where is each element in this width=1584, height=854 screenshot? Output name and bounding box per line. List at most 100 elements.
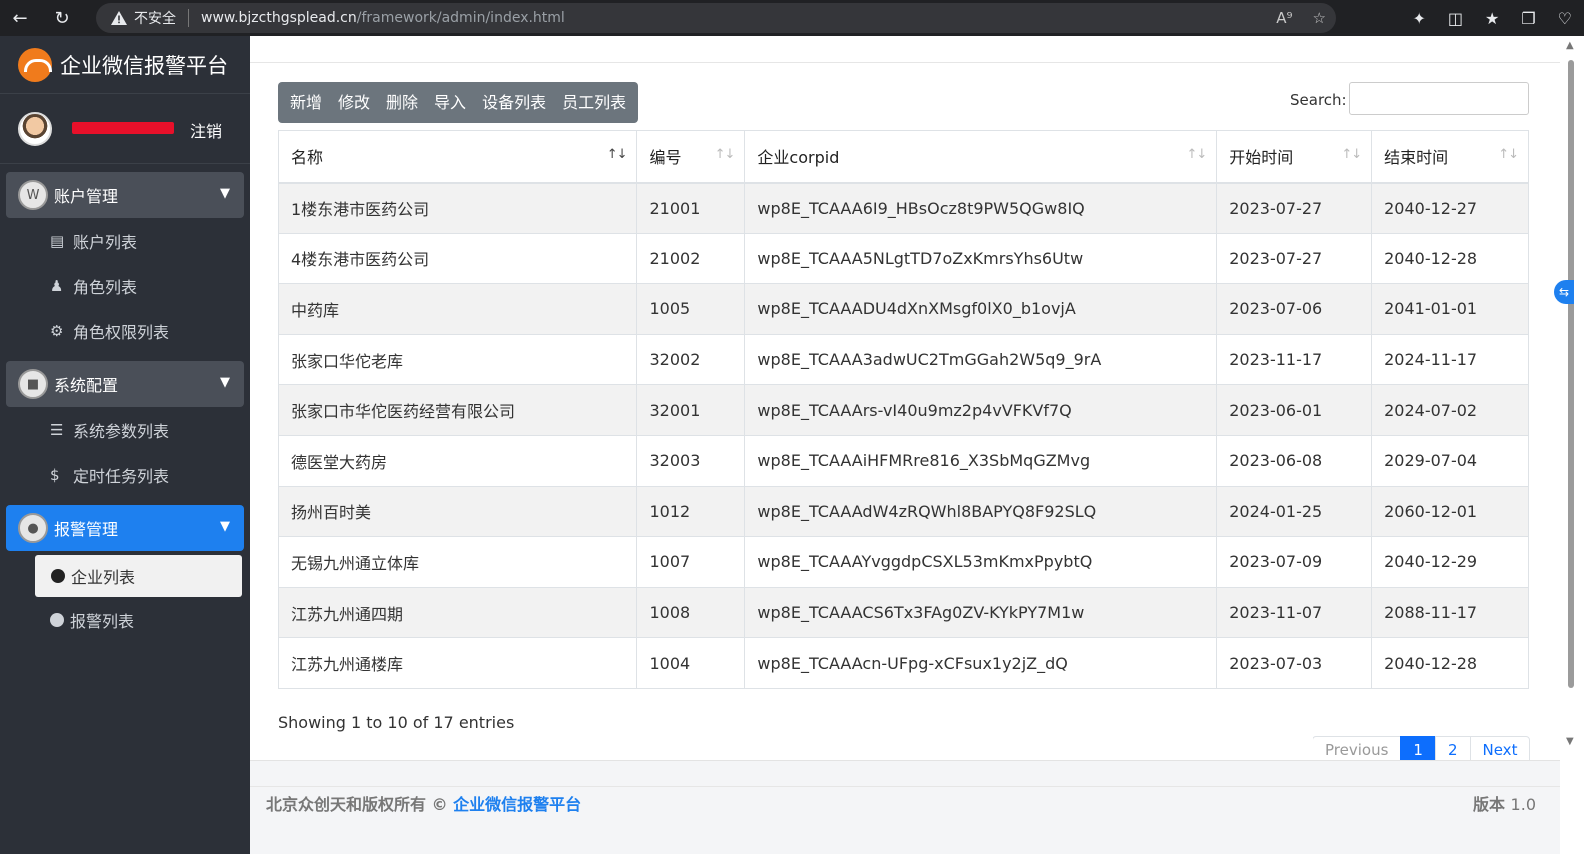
cell-name: 张家口市华佗医药经营有限公司 <box>277 384 638 436</box>
browser-toolbar: ← ↻ 不安全 www.bjzcthgsplead.cn/framework/a… <box>0 0 1584 36</box>
reload-icon[interactable]: ↻ <box>46 2 78 34</box>
page-scrollbar[interactable]: ▲ ▼ <box>1560 36 1584 760</box>
cell-name: 江苏九州通楼库 <box>277 637 638 689</box>
cell-start-time: 2023-06-01 <box>1216 384 1373 436</box>
table-row[interactable]: 张家口市华佗医药经营有限公司 32001 wp8E_TCAAArs-vI40u9mz… <box>277 384 1529 436</box>
edit-button[interactable]: 修改 <box>330 82 378 123</box>
search-label: Search: <box>1290 91 1347 109</box>
table-header-row: 名称 ↑↓ 编号 ↑↓ 企业corpid ↑↓ 开始时间 ↑↓ 结束时间 ↑↓ <box>277 130 1529 184</box>
logout-link[interactable]: 注销 <box>190 118 222 142</box>
split-screen-icon[interactable]: ◫ <box>1448 9 1463 28</box>
cell-end-time: 2040-12-28 <box>1371 637 1529 689</box>
search-input[interactable] <box>1349 82 1529 115</box>
version-label: 版本 <box>1472 795 1505 814</box>
sliders-icon: ☰ <box>50 420 64 439</box>
circle-icon <box>51 569 65 583</box>
translate-float-icon[interactable]: ⇆ <box>1554 280 1574 304</box>
security-warning[interactable]: 不安全 <box>134 8 176 28</box>
cell-start-time: 2023-11-17 <box>1216 333 1373 386</box>
sidebar-item-system-params[interactable]: ☰ 系统参数列表 <box>0 407 250 452</box>
sidebar-item-company-list[interactable]: 企业列表 <box>35 555 242 597</box>
cell-corpid: wp8E_TCAAArs-vI40u9mz2p4vVFKVf7Q <box>744 384 1218 436</box>
cell-code: 32001 <box>636 384 746 436</box>
scrollbar-thumb[interactable] <box>1568 60 1574 688</box>
column-header-code[interactable]: 编号 ↑↓ <box>636 130 746 184</box>
import-button[interactable]: 导入 <box>426 82 474 123</box>
cell-name: 无锡九州通立体库 <box>277 536 638 588</box>
add-button[interactable]: 新增 <box>282 82 330 123</box>
users-cog-icon: ⚙ <box>50 321 64 340</box>
copilot-icon[interactable]: ♡ <box>1558 9 1572 28</box>
menu-group-account[interactable]: W 账户管理 ▼ <box>6 172 244 218</box>
sidebar-item-label: 系统参数列表 <box>73 421 170 441</box>
sidebar-item-account-list[interactable]: ▤ 账户列表 <box>0 218 250 263</box>
column-header-start-time[interactable]: 开始时间 ↑↓ <box>1216 130 1373 184</box>
back-icon[interactable]: ← <box>4 2 36 34</box>
page-1-button[interactable]: 1 <box>1400 736 1436 762</box>
column-header-corpid[interactable]: 企业corpid ↑↓ <box>744 130 1218 184</box>
employee-list-button[interactable]: 员工列表 <box>554 82 634 123</box>
table-row[interactable]: 江苏九州通楼库 1004 wp8E_TCAAAcn-UFpg-xCFsux1y2jZ… <box>277 637 1529 689</box>
delete-button[interactable]: 删除 <box>378 82 426 123</box>
chevron-down-icon: ▼ <box>220 375 230 390</box>
column-header-label: 企业corpid <box>757 148 840 168</box>
table-info: Showing 1 to 10 of 17 entries <box>278 713 515 732</box>
scroll-up-icon[interactable]: ▲ <box>1566 40 1574 51</box>
scroll-down-icon[interactable]: ▼ <box>1566 736 1574 747</box>
cell-code: 21001 <box>636 182 746 234</box>
cell-end-time: 2040-12-28 <box>1371 232 1529 285</box>
sidebar-item-label: 角色权限列表 <box>73 322 170 342</box>
table-row[interactable]: 江苏九州通四期 1008 wp8E_TCAAACS6Tx3FAg0ZV-KYkPY7… <box>277 586 1529 639</box>
table-row[interactable]: 德医堂大药房 32003 wp8E_TCAAAiHFMRre816_X3SbMqGZ… <box>277 434 1529 487</box>
cell-code: 21002 <box>636 232 746 285</box>
table-row[interactable]: 张家口华佗老库 32002 wp8E_TCAAA3adwUC2TmGGah2W5q9… <box>277 333 1529 386</box>
collections-icon[interactable]: ❐ <box>1521 9 1535 28</box>
url-host[interactable]: www.bjzcthgsplead.cn <box>201 10 357 26</box>
favorite-star-icon[interactable]: ☆ <box>1313 9 1326 27</box>
next-page-button[interactable]: Next <box>1469 736 1531 762</box>
table-row[interactable]: 扬州百时美 1012 wp8E_TCAAAdW4zRQWhl8BAPYQ8F92SL… <box>277 485 1529 538</box>
favorites-icon[interactable]: ★ <box>1485 9 1499 28</box>
cell-end-time: 2060-12-01 <box>1371 485 1529 538</box>
cell-start-time: 2023-11-07 <box>1216 586 1373 639</box>
avatar <box>18 111 52 146</box>
sort-icon: ↑↓ <box>1186 147 1207 162</box>
device-list-button[interactable]: 设备列表 <box>474 82 554 123</box>
table-row[interactable]: 1楼东港市医药公司 21001 wp8E_TCAAA6I9_HBsOcz8t9PW5… <box>277 182 1529 234</box>
url-path[interactable]: /framework/admin/index.html <box>357 10 565 26</box>
column-header-name[interactable]: 名称 ↑↓ <box>277 130 638 184</box>
menu-group-system[interactable]: ■ 系统配置 ▼ <box>6 361 244 407</box>
footer-copyright: 北京众创天和版权所有 © 企业微信报警平台 <box>266 791 581 815</box>
cell-start-time: 2023-07-27 <box>1216 232 1373 285</box>
previous-page-button[interactable]: Previous <box>1313 736 1402 762</box>
table-row[interactable]: 4楼东港市医药公司 21002 wp8E_TCAAA5NLgtTD7oZxKmrsY… <box>277 232 1529 285</box>
column-header-end-time[interactable]: 结束时间 ↑↓ <box>1371 130 1529 184</box>
footer-platform-link[interactable]: 企业微信报警平台 <box>453 795 581 814</box>
user-panel: 13838438383 注销 <box>0 94 250 164</box>
table-row[interactable]: 无锡九州通立体库 1007 wp8E_TCAAAYvggdpCSXL53mKmxPp… <box>277 536 1529 588</box>
cell-corpid: wp8E_TCAAAYvggdpCSXL53mKmxPpybtQ <box>744 536 1218 588</box>
cell-code: 1012 <box>636 485 746 538</box>
user-tie-icon: ♟ <box>50 276 64 295</box>
dollar-icon: $ <box>50 465 60 484</box>
cell-corpid: wp8E_TCAAA5NLgtTD7oZxKmrsYhs6Utw <box>744 232 1218 285</box>
cell-name: 扬州百时美 <box>277 485 638 538</box>
sidebar-item-role-permission-list[interactable]: ⚙ 角色权限列表 <box>0 308 250 353</box>
page-2-button[interactable]: 2 <box>1434 736 1471 762</box>
read-aloud-icon[interactable]: A⁹ <box>1276 9 1292 27</box>
menu-group-alarm[interactable]: ● 报警管理 ▼ <box>6 505 244 551</box>
cell-code: 32002 <box>636 333 746 386</box>
sidebar-item-alarm-list[interactable]: 报警列表 <box>0 597 250 642</box>
main-content: 新增 修改 删除 导入 设备列表 员工列表 Search: 名称 ↑↓ 编号 ↑↓ … <box>250 36 1584 854</box>
sidebar-item-scheduled-tasks[interactable]: $ 定时任务列表 <box>0 452 250 497</box>
brand[interactable]: 企业微信报警平台 <box>0 36 250 94</box>
cell-name: 江苏九州通四期 <box>277 586 638 639</box>
cell-start-time: 2023-07-06 <box>1216 283 1373 335</box>
address-bar[interactable]: 不安全 www.bjzcthgsplead.cn/framework/admin… <box>96 3 1336 33</box>
cell-corpid: wp8E_TCAAAcn-UFpg-xCFsux1y2jZ_dQ <box>744 637 1218 689</box>
table-row[interactable]: 中药库 1005 wp8E_TCAAADU4dXnXMsgf0lX0_b1ovjA 2… <box>277 283 1529 335</box>
sidebar-item-role-list[interactable]: ♟ 角色列表 <box>0 263 250 308</box>
sidebar: 企业微信报警平台 13838438383 注销 W 账户管理 ▼ ▤ 账户列表 … <box>0 36 250 854</box>
cell-name: 4楼东港市医药公司 <box>277 232 638 285</box>
extensions-icon[interactable]: ✦ <box>1412 9 1425 28</box>
